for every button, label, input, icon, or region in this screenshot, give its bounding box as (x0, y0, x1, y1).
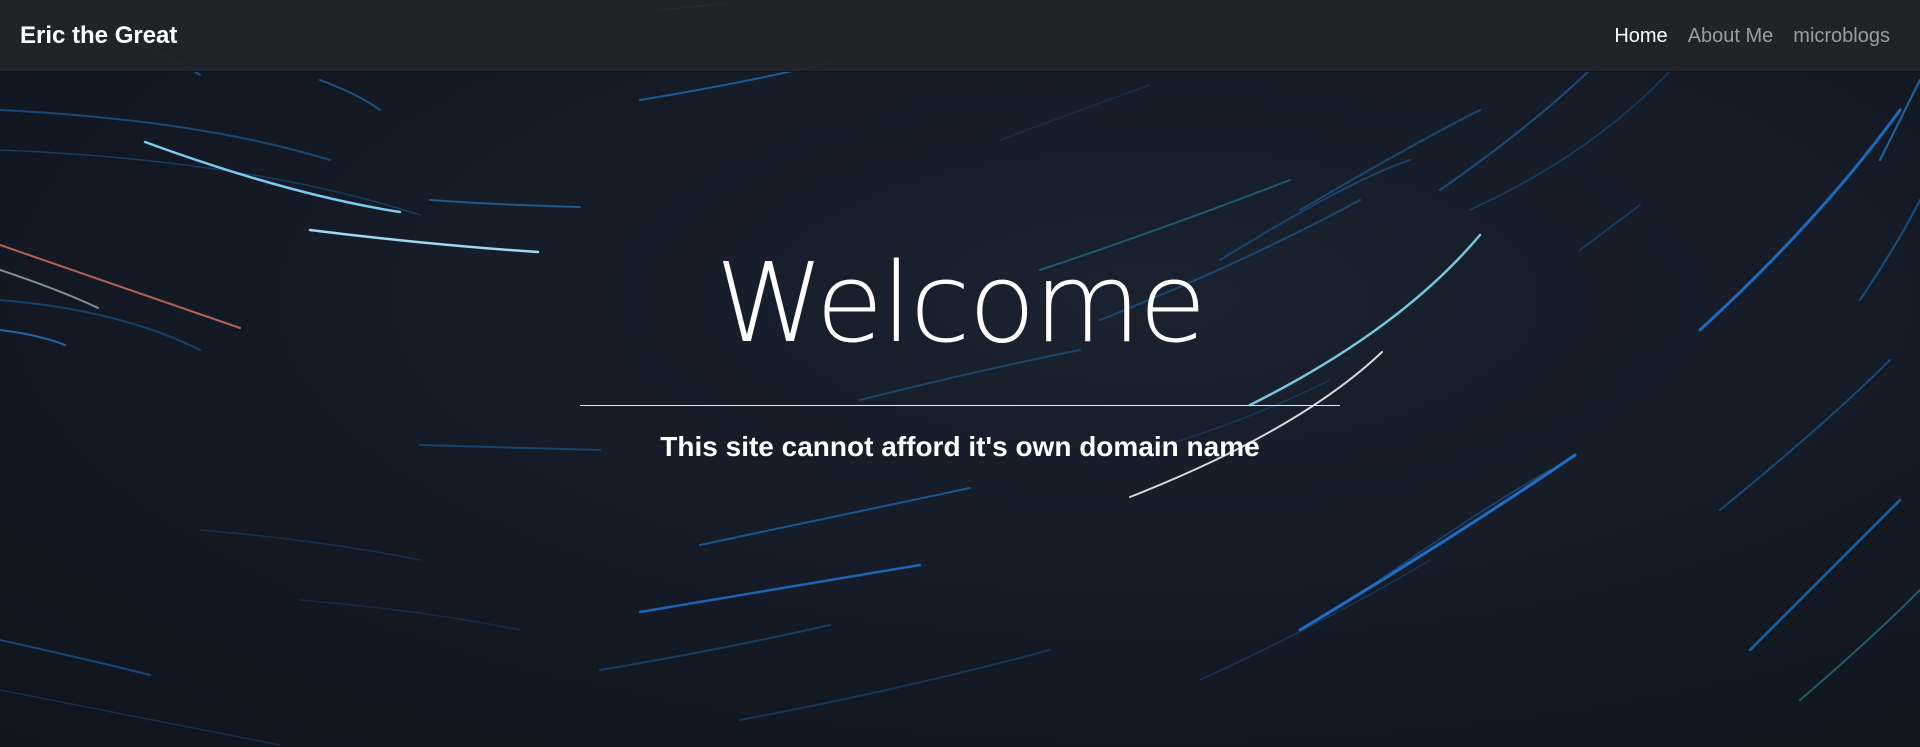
nav-link-microblogs[interactable]: microblogs (1793, 25, 1890, 48)
top-navbar: Eric the Great Home About Me microblogs (0, 0, 1920, 72)
hero-subtitle: This site cannot afford it's own domain … (660, 431, 1260, 462)
hero-title: Welcome (715, 239, 1206, 367)
nav-link-about-me[interactable]: About Me (1688, 25, 1774, 48)
hero-section: Welcome This site cannot afford it's own… (0, 0, 1920, 747)
brand-link[interactable]: Eric the Great (20, 22, 177, 50)
page: Welcome This site cannot afford it's own… (0, 0, 1920, 747)
nav-links: Home About Me microblogs (1614, 25, 1890, 48)
nav-link-home[interactable]: Home (1614, 25, 1667, 48)
hero-divider (580, 405, 1340, 406)
